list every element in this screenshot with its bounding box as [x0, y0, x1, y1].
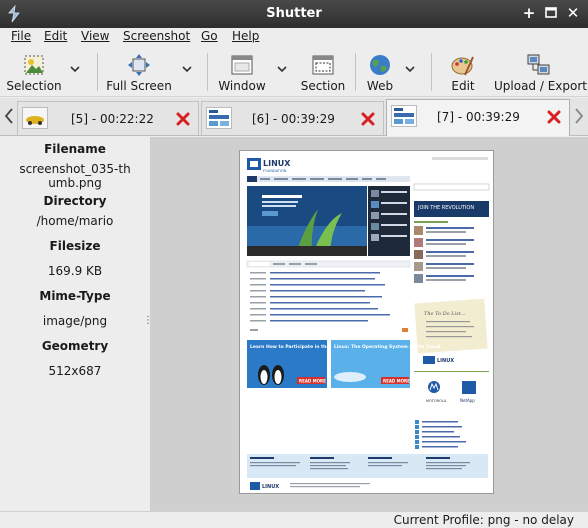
directory-value: /home/mario	[36, 214, 114, 228]
tab-label: [6] - 00:39:29	[252, 112, 335, 126]
tab-thumbnail	[391, 105, 417, 127]
join-text: JOIN THE REVOLUTION	[417, 205, 474, 211]
selection-button[interactable]: Selection	[4, 51, 64, 95]
netapp-text: NetApp	[460, 398, 475, 403]
read-more-2: READ MORE	[383, 379, 410, 384]
menu-edit[interactable]: Edit	[44, 29, 67, 43]
read-more-1: READ MORE	[299, 379, 326, 384]
section-button[interactable]: Section	[297, 51, 349, 95]
menu-screenshot[interactable]: Screenshot	[123, 29, 190, 43]
tab-label: [5] - 00:22:22	[71, 112, 154, 126]
menu-view[interactable]: View	[81, 29, 109, 43]
upload-export-button[interactable]: Upload / Export	[494, 51, 587, 95]
minimize-button[interactable]: +	[520, 4, 538, 22]
shutter-window: Shutter + ✕ File Edit View Screenshot Go…	[0, 0, 588, 528]
upload-export-label: Upload / Export	[494, 79, 587, 93]
logo-small: LINUX	[437, 358, 454, 364]
title-bar: Shutter + ✕	[0, 0, 588, 28]
tab-thumbnail	[22, 107, 48, 129]
menu-bar: File Edit View Screenshot Go Help	[0, 28, 588, 46]
window-button[interactable]: Window	[214, 51, 270, 95]
window-title: Shutter	[266, 6, 322, 21]
toolbar-separator	[355, 53, 356, 91]
logo-sub: FOUNDATION	[263, 169, 287, 173]
todo-text: The To Do List...	[424, 311, 466, 317]
tab-label: [7] - 00:39:29	[437, 110, 520, 124]
maximize-icon[interactable]	[542, 4, 560, 22]
edit-label: Edit	[451, 79, 475, 93]
close-tab-icon[interactable]	[361, 112, 375, 126]
globe-icon	[370, 55, 390, 75]
close-window-button[interactable]: ✕	[564, 4, 582, 22]
tab-screenshot-7[interactable]: [7] - 00:39:29	[386, 99, 570, 136]
filename-label: Filename	[44, 142, 106, 156]
selection-label: Selection	[6, 79, 62, 93]
full-screen-label: Full Screen	[106, 79, 172, 93]
logo-text: LINUX	[263, 159, 291, 168]
directory-label: Directory	[43, 194, 107, 208]
window-label: Window	[218, 79, 266, 93]
footer-logo: LINUX	[262, 484, 279, 490]
toolbar-separator	[207, 53, 208, 91]
window-icon	[231, 55, 253, 75]
menu-help[interactable]: Help	[232, 29, 259, 43]
status-text: Current Profile: png - no delay	[393, 513, 574, 527]
geometry-label: Geometry	[41, 339, 109, 353]
toolbar-separator	[431, 53, 432, 91]
close-tab-icon[interactable]	[547, 110, 561, 124]
section-icon	[312, 55, 334, 75]
properties-panel: Filename screenshot_035-th umb.png Direc…	[0, 137, 153, 511]
full-screen-button[interactable]: Full Screen	[104, 51, 174, 95]
filesize-label: Filesize	[49, 239, 101, 253]
geometry-value: 512x687	[48, 364, 102, 378]
window-dropdown-icon[interactable]	[277, 65, 287, 73]
screenshot-image: LINUX FOUNDATION JOIN THE REVOLUTION The…	[239, 150, 494, 494]
screenshot-preview[interactable]: LINUX FOUNDATION JOIN THE REVOLUTION The…	[150, 137, 588, 511]
edit-button[interactable]: Edit	[442, 51, 484, 95]
close-tab-icon[interactable]	[176, 112, 190, 126]
tab-scroll-right-icon[interactable]	[574, 108, 584, 124]
menu-file[interactable]: File	[11, 29, 31, 43]
linux-foundation-webpage-thumbnail: LINUX FOUNDATION JOIN THE REVOLUTION The…	[240, 151, 493, 493]
menu-go[interactable]: Go	[201, 29, 218, 43]
full-screen-icon	[128, 54, 150, 76]
section-label: Section	[300, 79, 346, 93]
screenshot-tabs: [5] - 00:22:22 [6] - 00:39:29 [7] - 00:3…	[0, 98, 588, 136]
tab-screenshot-6[interactable]: [6] - 00:39:29	[201, 101, 384, 135]
web-label: Web	[366, 79, 394, 93]
network-upload-icon	[527, 54, 550, 75]
status-bar: Current Profile: png - no delay	[0, 511, 588, 528]
paint-palette-icon	[451, 56, 474, 76]
promo2-text: Linux: The Operating System of the Cloud	[334, 344, 440, 350]
full-screen-dropdown-icon[interactable]	[182, 65, 192, 73]
selection-icon	[24, 55, 44, 75]
tab-scroll-left-icon[interactable]	[4, 108, 14, 124]
motorola-text: MOTOROLA	[426, 399, 447, 403]
mimetype-label: Mime-Type	[39, 289, 111, 303]
toolbar: Selection Full Screen Window Section Web…	[0, 47, 588, 97]
web-dropdown-icon[interactable]	[405, 65, 415, 73]
web-button[interactable]: Web	[362, 51, 398, 95]
mimetype-value: image/png	[42, 314, 108, 328]
filename-value-line2: umb.png	[48, 176, 102, 190]
tab-thumbnail	[206, 107, 232, 129]
selection-dropdown-icon[interactable]	[70, 65, 80, 73]
toolbar-separator	[97, 53, 98, 91]
tab-screenshot-5[interactable]: [5] - 00:22:22	[17, 101, 199, 135]
filesize-value: 169.9 KB	[47, 264, 103, 278]
